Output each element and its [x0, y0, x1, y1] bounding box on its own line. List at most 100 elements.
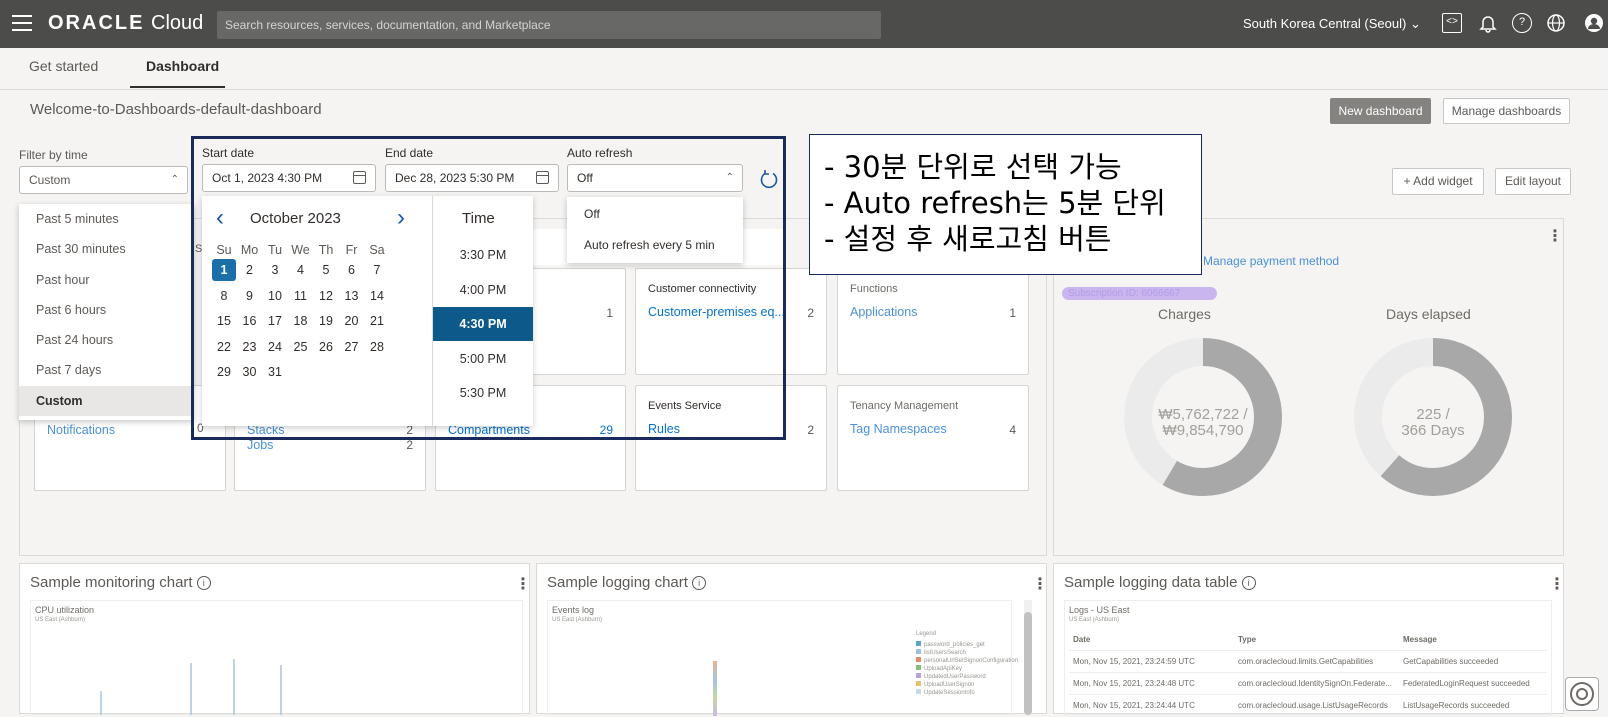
calendar-icon[interactable]: [536, 171, 549, 184]
calendar-day[interactable]: 3: [263, 259, 287, 281]
calendar-day[interactable]: 26: [314, 336, 338, 358]
auto-refresh-option-5min[interactable]: Auto refresh every 5 min: [567, 230, 743, 263]
kebab-menu-icon[interactable]: ⋮: [1549, 574, 1565, 594]
manage-payment-link[interactable]: Manage payment method: [1203, 254, 1339, 268]
calendar-day[interactable]: 16: [238, 310, 262, 332]
calendar-day[interactable]: 6: [340, 259, 364, 281]
kebab-menu-icon[interactable]: ⋮: [1032, 574, 1048, 594]
calendar-day[interactable]: 24: [263, 336, 287, 358]
legend-title: Legend: [916, 631, 937, 637]
info-icon[interactable]: i: [1241, 576, 1256, 590]
calendar-day[interactable]: 9: [238, 285, 262, 307]
tabs-divider: [0, 89, 1608, 90]
start-date-input[interactable]: Oct 1, 2023 4:30 PM: [202, 164, 376, 192]
calendar-day[interactable]: 2: [238, 259, 262, 281]
calendar-day[interactable]: 19: [314, 310, 338, 332]
calendar-day[interactable]: 13: [340, 285, 364, 307]
filter-option[interactable]: Past 6 hours: [19, 295, 194, 325]
monitoring-title-text: Sample monitoring chart: [30, 574, 193, 591]
calendar-day[interactable]: 29: [212, 361, 236, 383]
info-icon[interactable]: i: [196, 576, 211, 590]
chart-subtitle: Events log: [552, 605, 595, 615]
calendar-day[interactable]: 31: [263, 361, 287, 383]
code-editor-icon[interactable]: <>: [1442, 13, 1462, 33]
calendar-day[interactable]: 15: [212, 310, 236, 332]
calendar-day[interactable]: 4: [289, 259, 313, 281]
help-icon[interactable]: ?: [1512, 13, 1532, 33]
filter-by-time-select[interactable]: Custom ⌃⌄: [19, 166, 188, 211]
time-option[interactable]: 4:00 PM: [433, 273, 533, 307]
calendar-day[interactable]: 20: [340, 310, 364, 332]
card-link[interactable]: Applications: [850, 305, 917, 319]
table-cell: ListUsageRecords succeeded: [1403, 701, 1510, 710]
calendar-day-selected[interactable]: 1: [212, 259, 236, 281]
filter-option[interactable]: Past 30 minutes: [19, 234, 194, 264]
new-dashboard-button[interactable]: New dashboard: [1330, 98, 1431, 124]
calendar-day[interactable]: 8: [212, 285, 236, 307]
card-link[interactable]: Tag Namespaces: [850, 422, 947, 436]
scrollbar-thumb[interactable]: [1024, 612, 1032, 715]
kebab-menu-icon[interactable]: ⋮: [1547, 226, 1563, 246]
table-header-cell: Message: [1403, 635, 1437, 644]
table-cell: GetCapabilities succeeded: [1403, 657, 1499, 666]
tab-get-started[interactable]: Get started: [29, 58, 98, 74]
card-count: 29: [599, 423, 613, 437]
card-link[interactable]: Customer-premises eq...: [648, 305, 785, 319]
calendar-day[interactable]: 18: [289, 310, 313, 332]
calendar-day[interactable]: 5: [314, 259, 338, 281]
dashboard-title: Welcome-to-Dashboards-default-dashboard: [30, 101, 322, 118]
calendar-day[interactable]: 27: [340, 336, 364, 358]
add-widget-button[interactable]: + Add widget: [1392, 168, 1484, 195]
time-option[interactable]: 4:30 PM: [433, 307, 533, 341]
card-link[interactable]: Rules: [648, 422, 680, 436]
card-link[interactable]: Notifications: [47, 423, 115, 437]
info-icon[interactable]: i: [692, 576, 707, 590]
time-option[interactable]: 5:00 PM: [433, 342, 533, 376]
auto-refresh-label: Auto refresh: [567, 146, 633, 160]
card-link[interactable]: Jobs: [247, 438, 273, 452]
filter-option[interactable]: Past 7 days: [19, 355, 194, 385]
calendar-icon[interactable]: [353, 171, 366, 184]
calendar-day[interactable]: 21: [365, 310, 389, 332]
oracle-cloud-logo[interactable]: ORACLE Cloud: [48, 12, 203, 35]
calendar-day[interactable]: 7: [365, 259, 389, 281]
calendar-day[interactable]: 28: [365, 336, 389, 358]
days-total: 366 Days: [1401, 422, 1465, 439]
user-avatar-icon[interactable]: [1584, 13, 1604, 33]
filter-option[interactable]: Past 24 hours: [19, 325, 194, 355]
filter-option[interactable]: Past 5 minutes: [19, 204, 194, 234]
bell-icon[interactable]: [1478, 13, 1498, 33]
global-search-input[interactable]: Search resources, services, documentatio…: [217, 11, 881, 39]
calendar-day[interactable]: 10: [263, 285, 287, 307]
support-lifebuoy-icon[interactable]: [1565, 677, 1599, 711]
end-date-input[interactable]: Dec 28, 2023 5:30 PM: [385, 164, 559, 192]
kebab-menu-icon[interactable]: ⋮: [515, 574, 531, 594]
legend-item: UploadApiKey: [916, 665, 1018, 673]
tab-dashboard[interactable]: Dashboard: [146, 58, 219, 74]
calendar-day[interactable]: 23: [238, 336, 262, 358]
calendar-day[interactable]: 11: [289, 285, 313, 307]
chevron-right-icon[interactable]: ›: [397, 204, 405, 232]
filter-option-custom[interactable]: Custom: [19, 385, 194, 417]
calendar-day[interactable]: 30: [238, 361, 262, 383]
calendar-day[interactable]: 22: [212, 336, 236, 358]
region-selector[interactable]: South Korea Central (Seoul) ⌄: [1243, 16, 1421, 32]
time-option[interactable]: 5:30 PM: [433, 376, 533, 410]
calendar-day[interactable]: 25: [289, 336, 313, 358]
refresh-icon[interactable]: [758, 168, 780, 190]
time-option[interactable]: 3:30 PM: [433, 238, 533, 272]
calendar-day[interactable]: 12: [314, 285, 338, 307]
calendar-day[interactable]: 14: [365, 285, 389, 307]
auto-refresh-option-off[interactable]: Off: [567, 197, 743, 230]
edit-layout-button[interactable]: Edit layout: [1495, 168, 1571, 195]
hamburger-menu-icon[interactable]: [12, 15, 32, 31]
manage-dashboards-button[interactable]: Manage dashboards: [1443, 98, 1570, 124]
legend-item: UpdatedUserPassword: [916, 673, 1018, 681]
calendar-day[interactable]: 17: [263, 310, 287, 332]
legend-swatch: [916, 673, 921, 678]
auto-refresh-select[interactable]: Off ⌃⌄: [567, 164, 743, 209]
globe-icon[interactable]: [1546, 13, 1566, 33]
scrollbar[interactable]: [1024, 600, 1032, 715]
chevron-left-icon[interactable]: ‹: [216, 204, 224, 232]
filter-option[interactable]: Past hour: [19, 265, 194, 295]
